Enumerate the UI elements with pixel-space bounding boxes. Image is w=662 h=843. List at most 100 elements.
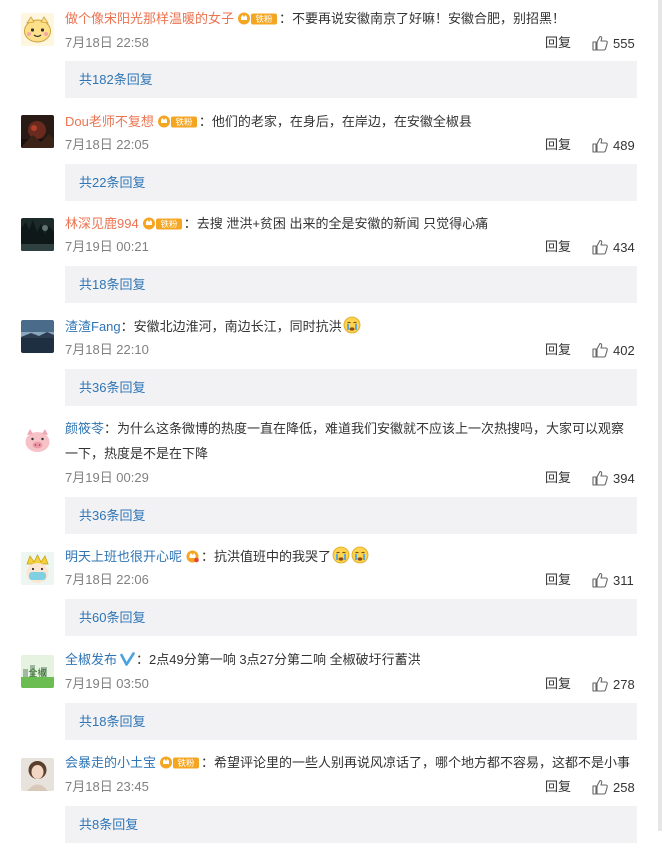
replies-box: 共182条回复: [65, 61, 637, 98]
comment-text: ：为什么这条微博的热度一直在降低，难道我们安徽就不应该上一次热搜吗，大家可以观察…: [65, 421, 625, 461]
thumbs-up-icon: [592, 470, 608, 486]
like-count: 258: [613, 780, 635, 795]
like-button[interactable]: 394: [592, 470, 635, 487]
like-button[interactable]: 489: [592, 137, 635, 154]
fan-badge-icon[interactable]: 铁粉: [159, 753, 200, 778]
comment-time: 7月19日 00:21: [65, 239, 149, 254]
comment-text: ：2点49分第一响 3点27分第二响 全椒破圩行蓄洪: [136, 652, 421, 667]
fan-badge-icon[interactable]: 铁粉: [237, 9, 278, 34]
comment-text: ：希望评论里的一些人别再说风凉话了，哪个地方都不容易，这都不是小事: [201, 755, 631, 770]
view-replies-link[interactable]: 共36条回复: [79, 380, 145, 396]
dark-photo-avatar-icon: [21, 115, 54, 148]
comment-time: 7月19日 03:50: [65, 676, 149, 691]
replies-box: 共36条回复: [65, 369, 637, 406]
crying-emoji-icon: [332, 546, 350, 572]
fan-badge-icon[interactable]: [185, 547, 200, 572]
svg-text:铁粉: 铁粉: [175, 117, 193, 128]
comment-list: 做个像宋阳光那样温暖的女子 铁粉 ：不要再说安徽南京了好嘛！安徽合肥，别招黑！ 7月…: [0, 0, 662, 843]
comment-line: 会暴走的小土宝 铁粉 ：希望评论里的一些人别再说风凉话了，哪个地方都不容易，这都不是…: [65, 750, 645, 778]
replies-box: 共36条回复: [65, 497, 637, 534]
comment-line: 渣渣Fang：安徽北边淮河，南边长江，同时抗洪: [65, 314, 645, 342]
comment-time: 7月18日 22:06: [65, 572, 149, 587]
username-link[interactable]: 林深见鹿994: [65, 216, 139, 231]
svg-text:全椒: 全椒: [28, 667, 46, 679]
view-replies-link[interactable]: 共36条回复: [79, 508, 145, 524]
comment-line: 明天上班也很开心呢 ：抗洪值班中的我哭了: [65, 544, 645, 572]
username-link[interactable]: 颜筱苓: [65, 421, 104, 436]
like-button[interactable]: 311: [592, 572, 634, 589]
avatar[interactable]: [21, 758, 54, 791]
verified-icon: [120, 650, 135, 675]
crying-emoji-icon: [351, 546, 369, 572]
username-link[interactable]: 明天上班也很开心呢: [65, 549, 182, 564]
username-link[interactable]: 全椒发布: [65, 652, 117, 667]
avatar[interactable]: [21, 115, 54, 148]
like-count: 434: [613, 240, 635, 255]
comment-line: 全椒发布 ：2点49分第一响 3点27分第二响 全椒破圩行蓄洪: [65, 647, 645, 675]
username-link[interactable]: 做个像宋阳光那样温暖的女子: [65, 11, 234, 26]
reply-button[interactable]: 回复: [545, 572, 571, 588]
view-replies-link[interactable]: 共60条回复: [79, 610, 145, 626]
comment-text: ：抗洪值班中的我哭了: [201, 549, 332, 564]
pig-avatar-icon: [21, 423, 54, 456]
reply-button[interactable]: 回复: [545, 470, 571, 486]
avatar[interactable]: [21, 552, 54, 585]
thumbs-up-icon: [592, 779, 608, 795]
avatar[interactable]: 全椒: [21, 655, 54, 688]
comment-text: ：他们的老家，在身后，在岸边，在安徽全椒县: [198, 114, 472, 129]
comment-time: 7月18日 23:45: [65, 779, 149, 794]
replies-box: 共60条回复: [65, 599, 637, 636]
landscape-photo-avatar-icon: [21, 320, 54, 353]
like-count: 489: [613, 138, 635, 153]
like-count: 394: [613, 471, 635, 486]
thumbs-up-icon: [592, 35, 608, 51]
replies-box: 共18条回复: [65, 703, 637, 740]
thumbs-up-icon: [592, 137, 608, 153]
comment-line: Dou老师不复想 铁粉 ：他们的老家，在身后，在岸边，在安徽全椒县: [65, 109, 645, 137]
like-button[interactable]: 555: [592, 35, 635, 52]
view-replies-link[interactable]: 共182条回复: [79, 72, 153, 88]
reply-button[interactable]: 回复: [545, 239, 571, 255]
scroll-edge: [658, 0, 662, 831]
forest-photo-avatar-icon: [21, 218, 54, 251]
username-link[interactable]: Dou老师不复想: [65, 114, 154, 129]
comment-text: ：安徽北边淮河，南边长江，同时抗洪: [120, 319, 342, 334]
avatar[interactable]: [21, 13, 54, 46]
comment-time: 7月19日 00:29: [65, 470, 149, 485]
svg-text:铁粉: 铁粉: [256, 14, 274, 25]
like-count: 402: [613, 343, 635, 358]
view-replies-link[interactable]: 共22条回复: [79, 175, 145, 191]
avatar[interactable]: [21, 423, 54, 456]
comment-line: 颜筱苓：为什么这条微博的热度一直在降低，难道我们安徽就不应该上一次热搜吗，大家可…: [65, 416, 637, 466]
view-replies-link[interactable]: 共18条回复: [79, 714, 145, 730]
view-replies-link[interactable]: 共18条回复: [79, 277, 145, 293]
reply-button[interactable]: 回复: [545, 137, 571, 153]
avatar[interactable]: [21, 218, 54, 251]
comment-time: 7月18日 22:58: [65, 35, 149, 50]
like-count: 311: [613, 573, 634, 588]
avatar[interactable]: [21, 320, 54, 353]
like-count: 278: [613, 677, 635, 692]
thumbs-up-icon: [592, 342, 608, 358]
replies-box: 共22条回复: [65, 164, 637, 201]
comment-text: ：去搜 泄洪+贫困 出来的全是安徽的新闻 只觉得心痛: [183, 216, 489, 231]
crown-mask-avatar-icon: [21, 552, 54, 585]
reply-button[interactable]: 回复: [545, 676, 571, 692]
like-count: 555: [613, 36, 635, 51]
cartoon-face-avatar-icon: [21, 13, 54, 46]
like-button[interactable]: 258: [592, 779, 635, 796]
username-link[interactable]: 渣渣Fang: [65, 319, 121, 334]
like-button[interactable]: 278: [592, 676, 635, 693]
reply-button[interactable]: 回复: [545, 35, 571, 51]
replies-box: 共18条回复: [65, 266, 637, 303]
fan-badge-icon[interactable]: 铁粉: [157, 112, 198, 137]
comment-time: 7月18日 22:05: [65, 137, 149, 152]
like-button[interactable]: 402: [592, 342, 635, 359]
thumbs-up-icon: [592, 572, 608, 588]
fan-badge-icon[interactable]: 铁粉: [142, 214, 183, 239]
comment-line: 林深见鹿994 铁粉 ：去搜 泄洪+贫困 出来的全是安徽的新闻 只觉得心痛: [65, 211, 645, 239]
reply-button[interactable]: 回复: [545, 342, 571, 358]
reply-button[interactable]: 回复: [545, 779, 571, 795]
username-link[interactable]: 会暴走的小土宝: [65, 755, 156, 770]
like-button[interactable]: 434: [592, 239, 635, 256]
